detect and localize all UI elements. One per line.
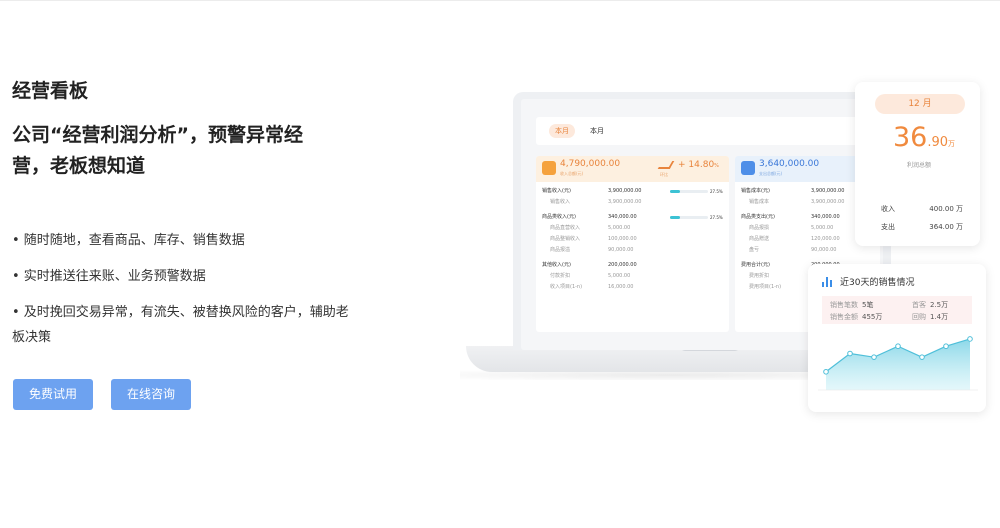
tab-this-month[interactable]: 本月 <box>584 124 610 138</box>
income-header: 4,790,000.00 收入总额(元) + 14.80% 环比 <box>536 156 729 182</box>
percent-label: 27.5% <box>710 215 723 220</box>
chart-point <box>847 350 853 357</box>
sales-count: 销售笔数 5笔 <box>830 301 874 309</box>
bar-chart-icon <box>822 277 832 287</box>
coins-icon <box>542 161 556 175</box>
feature-item: • 及时挽回交易异常，有流失、被替换风险的客户，辅助老板决策 <box>12 305 349 345</box>
chart-point <box>895 343 901 350</box>
income-total: 4,790,000.00 <box>560 159 621 169</box>
coins-icon <box>741 161 755 175</box>
income-panel: 4,790,000.00 收入总额(元) + 14.80% 环比 销售收入(元)… <box>536 156 729 332</box>
table-row: 付款折扣 5,000.00 <box>550 273 631 279</box>
cost-total: 3,640,000.00 <box>759 159 820 169</box>
month-profit-card: 12 月 36.90万 利润总额 收入 400.00 万 支出 364.00 万 <box>855 82 980 246</box>
percent-label: 27.5% <box>710 189 723 194</box>
table-row: 盘亏 90,000.00 <box>749 247 837 253</box>
table-row: 销售收入 3,900,000.00 <box>550 199 642 205</box>
headline: 公司“经营利润分析”，预警异常经 营，老板想知道 <box>12 120 357 182</box>
progress-bar <box>670 190 708 193</box>
profit-value: 36.90万 <box>893 122 956 153</box>
chart-point <box>823 368 829 375</box>
table-row: 其他收入(元) 200,000.00 <box>542 262 637 268</box>
chart-point <box>871 354 877 360</box>
income-rows: 销售收入(元) 3,900,000.00 27.5% 销售收入 3,900,000.00… <box>536 182 729 297</box>
chart-point <box>967 336 973 342</box>
income-total-label: 收入总额(元) <box>560 171 584 176</box>
online-consult-button[interactable]: 在线咨询 <box>111 379 191 410</box>
month-label: 12 月 <box>875 94 965 114</box>
sales-area-chart <box>818 336 978 391</box>
chart-point <box>919 354 925 360</box>
table-row: 商品整销收入 100,000.00 <box>550 236 637 242</box>
headline-line-2: 营，老板想知道 <box>12 155 146 177</box>
tab-this-month-active[interactable]: 本月 <box>549 124 575 138</box>
table-row: 商品报溢 90,000.00 <box>550 247 634 253</box>
cost-total-label: 支出总额(元) <box>759 171 783 176</box>
intro-section: 经营看板 公司“经营利润分析”，预警异常经 营，老板想知道 • 随时随地，查看商… <box>12 78 357 361</box>
headline-line-1: 公司“经营利润分析”，预警异常经 <box>12 124 303 146</box>
section-title: 经营看板 <box>12 80 89 102</box>
profit-caption: 利润总额 <box>907 162 932 169</box>
sales-card: 近30天的销售情况 销售笔数 5笔 首客 2.5万 销售金额 455万 回购 1.4万 <box>808 264 986 412</box>
first-customer: 首客 2.5万 <box>912 301 949 309</box>
repurchase: 回购 1.4万 <box>912 313 949 321</box>
free-trial-button[interactable]: 免费试用 <box>13 379 93 410</box>
expense-row: 支出 364.00 万 <box>881 223 963 231</box>
income-trend: + 14.80% <box>678 160 719 170</box>
table-row: 商品直营收入 5,000.00 <box>550 225 631 231</box>
sales-amount: 销售金额 455万 <box>830 313 883 321</box>
table-row: 销售收入(元) 3,900,000.00 27.5% <box>542 186 723 197</box>
top-divider <box>0 0 1000 1</box>
table-row: 商品类收入(元) 340,000.00 27.5% <box>542 212 723 223</box>
feature-item: • 随时随地，查看商品、库存、销售数据 <box>12 233 245 248</box>
table-row: 收入项目(1-n) 16,000.00 <box>550 284 634 290</box>
income-trend-label: 环比 <box>660 172 668 177</box>
feature-item: • 实时推送往来账、业务预警数据 <box>12 269 206 284</box>
sales-title: 近30天的销售情况 <box>840 278 915 288</box>
chart-point <box>943 343 949 350</box>
feature-list: • 随时随地，查看商品、库存、销售数据 • 实时推送往来账、业务预警数据 • 及… <box>12 228 357 350</box>
income-row: 收入 400.00 万 <box>881 205 963 213</box>
progress-bar <box>670 216 708 219</box>
sales-stats: 销售笔数 5笔 首客 2.5万 销售金额 455万 回购 1.4万 <box>822 296 972 324</box>
trend-up-icon <box>657 161 675 169</box>
period-tabs: 本月 本月 <box>536 117 880 145</box>
